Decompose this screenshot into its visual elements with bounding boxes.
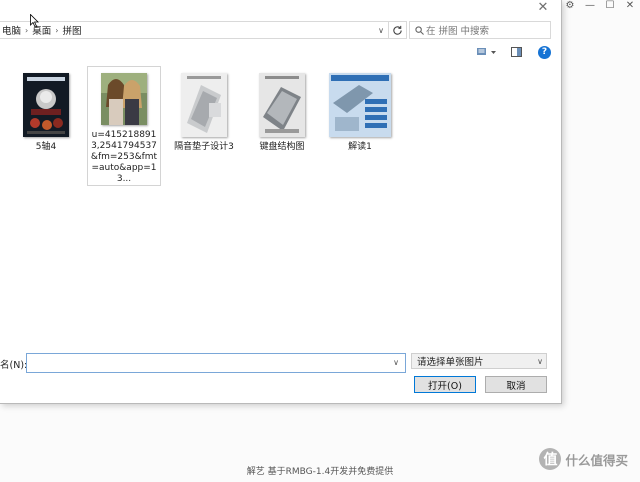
image-thumbnail (259, 73, 305, 137)
file-list: 5轴4 u=4152188913,2541794537&fm=253&fmt=a… (0, 66, 561, 347)
view-toolbar: ? (472, 45, 551, 59)
search-placeholder: 在 拼图 中搜索 (426, 26, 490, 37)
file-item[interactable]: 键盘结构图 (246, 67, 318, 153)
app-window-controls: ⚙ — ☐ ✕ (560, 0, 640, 11)
chevron-down-icon[interactable]: ∨ (390, 354, 402, 370)
file-item[interactable]: 5轴4 (10, 67, 82, 153)
watermark: 值 什么值得买 (539, 448, 628, 470)
chevron-down-icon[interactable]: ∨ (374, 22, 388, 38)
view-icon (477, 48, 496, 55)
breadcrumb-computer[interactable]: 电脑 (0, 23, 23, 37)
close-icon[interactable]: ✕ (620, 0, 640, 11)
search-input[interactable]: 在 拼图 中搜索 (409, 21, 551, 39)
file-item[interactable]: 隔音垫子设计3 (168, 67, 240, 153)
preview-pane-icon (510, 47, 522, 57)
file-item-selected[interactable]: u=4152188913,2541794537&fm=253&fmt=auto&… (87, 66, 161, 186)
search-icon (412, 25, 426, 35)
watermark-badge: 值 (539, 448, 562, 470)
file-name: 解读1 (348, 142, 372, 152)
chevron-right-icon[interactable]: › (53, 26, 60, 35)
file-type-value: 请选择单张图片 (417, 357, 484, 368)
open-button[interactable]: 打开(O) (414, 376, 476, 393)
file-type-select[interactable]: 请选择单张图片 ∨ (411, 353, 547, 369)
file-name: 5轴4 (35, 142, 57, 152)
file-item[interactable]: 解读1 (324, 67, 396, 153)
image-thumbnail (23, 73, 69, 137)
help-icon[interactable]: ? (538, 45, 551, 59)
file-name: u=4152188913,2541794537&fm=253&fmt=auto&… (90, 130, 158, 184)
dialog-close-icon[interactable]: ✕ (533, 0, 553, 15)
file-name: 隔音垫子设计3 (174, 142, 234, 152)
watermark-text: 什么值得买 (565, 452, 628, 468)
image-thumbnail (181, 73, 227, 137)
filename-label: 名(N): (0, 360, 28, 371)
cancel-button[interactable]: 取消 (485, 376, 547, 393)
refresh-button[interactable] (388, 21, 407, 39)
settings-icon[interactable]: ⚙ (560, 0, 580, 11)
image-thumbnail (329, 73, 391, 137)
maximize-icon[interactable]: ☐ (600, 0, 620, 11)
image-thumbnail (101, 73, 147, 125)
file-open-dialog: ✕ 电脑 › 桌面 › 拼图 ∨ 在 拼图 中搜索 ? 5轴4 u=415218… (0, 0, 562, 404)
change-view-button[interactable] (476, 45, 500, 59)
file-name: 键盘结构图 (259, 142, 305, 152)
filename-input[interactable] (26, 353, 406, 373)
address-bar[interactable]: 电脑 › 桌面 › 拼图 ∨ (0, 21, 389, 39)
refresh-icon (392, 25, 402, 35)
mouse-cursor-icon (30, 14, 39, 28)
minimize-icon[interactable]: — (580, 0, 600, 11)
breadcrumb-folder[interactable]: 拼图 (60, 23, 83, 37)
preview-pane-button[interactable] (504, 45, 528, 59)
chevron-down-icon: ∨ (537, 356, 543, 366)
